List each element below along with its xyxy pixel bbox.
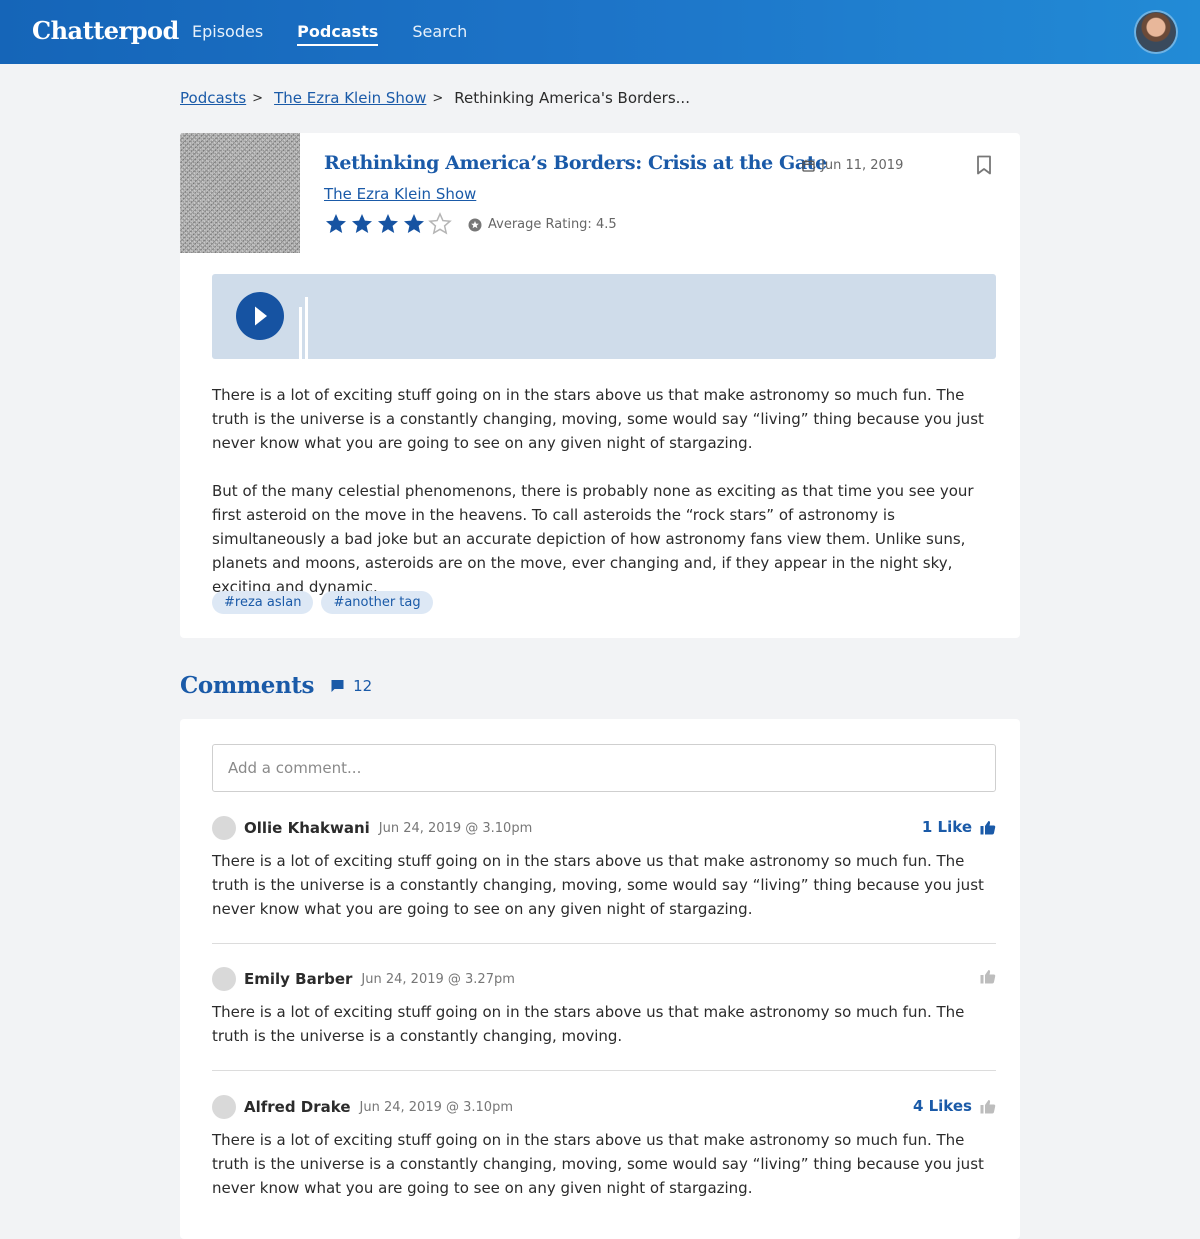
tag-another-tag[interactable]: #another tag	[321, 591, 433, 614]
like-control[interactable]: 4 Likes	[913, 1097, 996, 1115]
tag-list: #reza aslan #another tag	[212, 591, 433, 614]
episode-card: Rethinking America’s Borders: Crisis at …	[180, 133, 1020, 638]
comment-item: Ollie Khakwani Jun 24, 2019 @ 3.10pm 1 L…	[212, 816, 996, 921]
comment-text: There is a lot of exciting stuff going o…	[212, 1131, 984, 1197]
episode-cover-image	[180, 133, 300, 253]
comment-time: Jun 24, 2019 @ 3.27pm	[361, 971, 515, 987]
average-rating-text: Average Rating: 4.5	[488, 217, 617, 232]
comment-header: Alfred Drake Jun 24, 2019 @ 3.10pm 4 Lik…	[212, 1095, 996, 1119]
nav-search[interactable]: Search	[412, 22, 467, 46]
star-icon[interactable]	[428, 212, 452, 236]
breadcrumb-current: Rethinking America's Borders...	[454, 89, 690, 107]
user-avatar[interactable]	[1136, 12, 1176, 52]
comments-card: Ollie Khakwani Jun 24, 2019 @ 3.10pm 1 L…	[180, 719, 1020, 1239]
comment-avatar[interactable]	[212, 967, 236, 991]
comment-header: Ollie Khakwani Jun 24, 2019 @ 3.10pm 1 L…	[212, 816, 996, 840]
star-icon[interactable]	[376, 212, 400, 236]
star-icon[interactable]	[350, 212, 374, 236]
breadcrumb: Podcasts > The Ezra Klein Show > Rethink…	[180, 89, 690, 107]
main-nav: Episodes Podcasts Search	[192, 22, 467, 46]
badge-icon	[468, 218, 482, 231]
comment-time: Jun 24, 2019 @ 3.10pm	[378, 820, 533, 836]
waveform-bar	[299, 307, 302, 359]
thumb-up-icon[interactable]	[980, 1099, 996, 1114]
like-count[interactable]: 1 Like	[922, 818, 972, 836]
episode-date: Jun 11, 2019	[802, 158, 903, 173]
audio-player	[212, 274, 996, 359]
episode-show-link[interactable]: The Ezra Klein Show	[324, 185, 476, 203]
waveform-bar	[305, 297, 308, 359]
top-navigation-bar: Chatterpod Episodes Podcasts Search	[0, 0, 1200, 64]
chevron-right-icon: >	[252, 90, 264, 106]
comment-divider	[212, 1070, 996, 1071]
comment-avatar[interactable]	[212, 816, 236, 840]
star-icon[interactable]	[324, 212, 348, 236]
nav-episodes[interactable]: Episodes	[192, 22, 263, 46]
comments-count-text: 12	[353, 676, 373, 695]
thumb-up-icon[interactable]	[980, 969, 996, 984]
comment-text: There is a lot of exciting stuff going o…	[212, 1003, 965, 1045]
description-paragraph: But of the many celestial phenomenons, t…	[212, 482, 974, 596]
breadcrumb-show[interactable]: The Ezra Klein Show	[274, 89, 426, 107]
comments-header: Comments 12	[180, 672, 372, 699]
calendar-icon	[802, 159, 815, 172]
comment-author[interactable]: Alfred Drake	[244, 1098, 351, 1116]
audio-waveform[interactable]	[299, 296, 308, 359]
star-icon[interactable]	[402, 212, 426, 236]
description-paragraph: There is a lot of exciting stuff going o…	[212, 386, 984, 452]
average-rating: Average Rating: 4.5	[468, 217, 617, 232]
comment-author[interactable]: Emily Barber	[244, 970, 352, 988]
comment-item: Emily Barber Jun 24, 2019 @ 3.27pm There…	[212, 967, 996, 1048]
chevron-right-icon: >	[432, 90, 444, 106]
like-control[interactable]: 1 Like	[922, 818, 996, 836]
comment-divider	[212, 943, 996, 944]
comment-item: Alfred Drake Jun 24, 2019 @ 3.10pm 4 Lik…	[212, 1095, 996, 1200]
comments-count: 12	[330, 677, 372, 695]
like-count[interactable]: 4 Likes	[913, 1097, 972, 1115]
tag-reza-aslan[interactable]: #reza aslan	[212, 591, 314, 614]
thumb-up-icon[interactable]	[980, 820, 996, 835]
episode-title: Rethinking America’s Borders: Crisis at …	[324, 152, 827, 174]
comment-time: Jun 24, 2019 @ 3.10pm	[359, 1099, 513, 1115]
bookmark-icon[interactable]	[976, 155, 992, 175]
like-control[interactable]	[972, 969, 996, 984]
nav-podcasts[interactable]: Podcasts	[297, 22, 379, 46]
comment-input[interactable]	[212, 744, 996, 792]
breadcrumb-podcasts[interactable]: Podcasts	[180, 89, 246, 107]
comment-header: Emily Barber Jun 24, 2019 @ 3.27pm	[212, 967, 996, 991]
episode-date-text: Jun 11, 2019	[821, 158, 904, 173]
comment-avatar[interactable]	[212, 1095, 236, 1119]
comment-author[interactable]: Ollie Khakwani	[244, 819, 370, 837]
comments-title: Comments	[180, 672, 315, 699]
brand-logo[interactable]: Chatterpod	[32, 16, 179, 45]
star-rating[interactable]	[324, 212, 452, 236]
play-button[interactable]	[236, 292, 284, 340]
comment-icon	[331, 679, 344, 692]
episode-description: There is a lot of exciting stuff going o…	[212, 383, 998, 623]
play-icon	[255, 306, 267, 326]
comment-text: There is a lot of exciting stuff going o…	[212, 852, 984, 918]
